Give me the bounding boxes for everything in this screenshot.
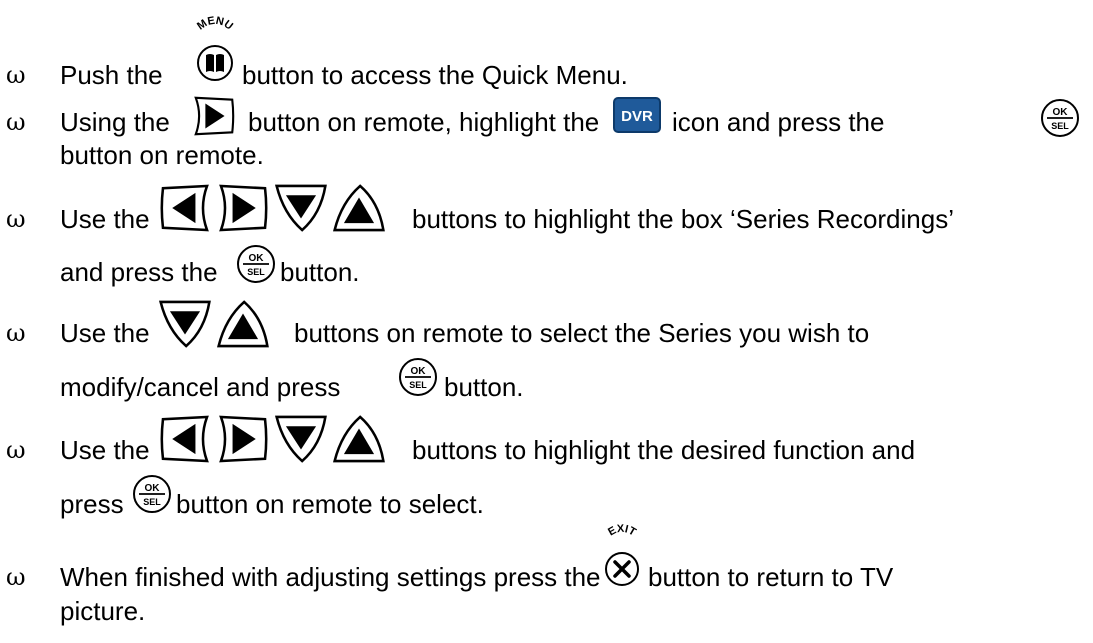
right-arrow-icon	[214, 179, 272, 237]
ok-label: OK	[145, 483, 161, 494]
down-arrow-icon	[272, 410, 330, 468]
instruction-text: Use the	[60, 318, 150, 348]
instruction-text: buttons on remote to select the Series y…	[294, 318, 870, 348]
instruction-text: picture.	[60, 596, 146, 626]
instruction-text: Push the	[60, 60, 163, 90]
up-arrow-icon	[214, 295, 272, 353]
down-arrow-icon	[272, 179, 330, 237]
instruction-text: button.	[444, 372, 524, 402]
arrow-buttons-icon	[156, 410, 388, 468]
ok-sel-button-icon: OK SEL	[398, 357, 438, 397]
up-down-buttons-icon	[156, 295, 272, 353]
instruction-4-cont: modify/cancel and press OK SEL button.	[0, 361, 1093, 407]
ok-label: OK	[411, 366, 427, 377]
left-arrow-icon	[156, 410, 214, 468]
sel-label: SEL	[247, 267, 265, 277]
instruction-text: press	[60, 489, 124, 519]
exit-button-icon: EXIT	[601, 521, 643, 593]
instruction-text: buttons to highlight the box ‘Series Rec…	[412, 204, 954, 234]
svg-text:MENU: MENU	[195, 15, 235, 33]
instruction-text: buttons to highlight the desired functio…	[412, 435, 916, 465]
instruction-5: ω Use the buttons to highlight the desir…	[0, 424, 1093, 470]
ok-sel-button-icon: OK SEL	[132, 474, 172, 514]
svg-text:EXIT: EXIT	[606, 523, 638, 539]
instruction-text: Use the	[60, 435, 150, 465]
up-arrow-icon	[330, 410, 388, 468]
right-arrow-icon	[214, 410, 272, 468]
menu-label: MENU	[195, 15, 235, 33]
sel-label: SEL	[143, 497, 161, 507]
bullet: ω	[6, 436, 26, 464]
exit-label: EXIT	[606, 523, 638, 539]
instruction-text: Use the	[60, 204, 150, 234]
bullet: ω	[6, 205, 26, 233]
instruction-text: modify/cancel and press	[60, 372, 341, 402]
instruction-6-cont: picture.	[0, 585, 1093, 631]
instruction-3-cont: and press the OK SEL button.	[0, 246, 1093, 292]
left-arrow-icon	[156, 179, 214, 237]
ok-label: OK	[249, 253, 265, 264]
up-arrow-icon	[330, 179, 388, 237]
sel-label: SEL	[409, 380, 427, 390]
instruction-3: ω Use the buttons to highlight the box ‘…	[0, 193, 1093, 239]
instruction-text: button on remote.	[60, 140, 264, 170]
bullet: ω	[6, 319, 26, 347]
instruction-2-cont: button on remote.	[0, 129, 1093, 175]
dvr-label: DVR	[621, 108, 653, 125]
ok-label: OK	[1053, 107, 1069, 118]
dvr-icon: DVR	[613, 97, 661, 133]
down-arrow-icon	[156, 295, 214, 353]
instruction-text: and press the	[60, 257, 218, 287]
arrow-buttons-icon	[156, 179, 388, 237]
instruction-text: button to access the Quick Menu.	[242, 60, 628, 90]
instruction-5-cont: press OK SEL button on remote to select.	[0, 478, 1093, 524]
instruction-text: button.	[280, 257, 360, 287]
instruction-1: ω Push the MENU button to access the Qui…	[0, 15, 1093, 95]
bullet: ω	[6, 61, 26, 89]
ok-sel-button-icon: OK SEL	[236, 244, 276, 284]
instruction-text: button on remote to select.	[176, 489, 484, 519]
instruction-4: ω Use the buttons on remote to select th…	[0, 307, 1093, 353]
menu-button-icon: MENU	[192, 9, 238, 89]
